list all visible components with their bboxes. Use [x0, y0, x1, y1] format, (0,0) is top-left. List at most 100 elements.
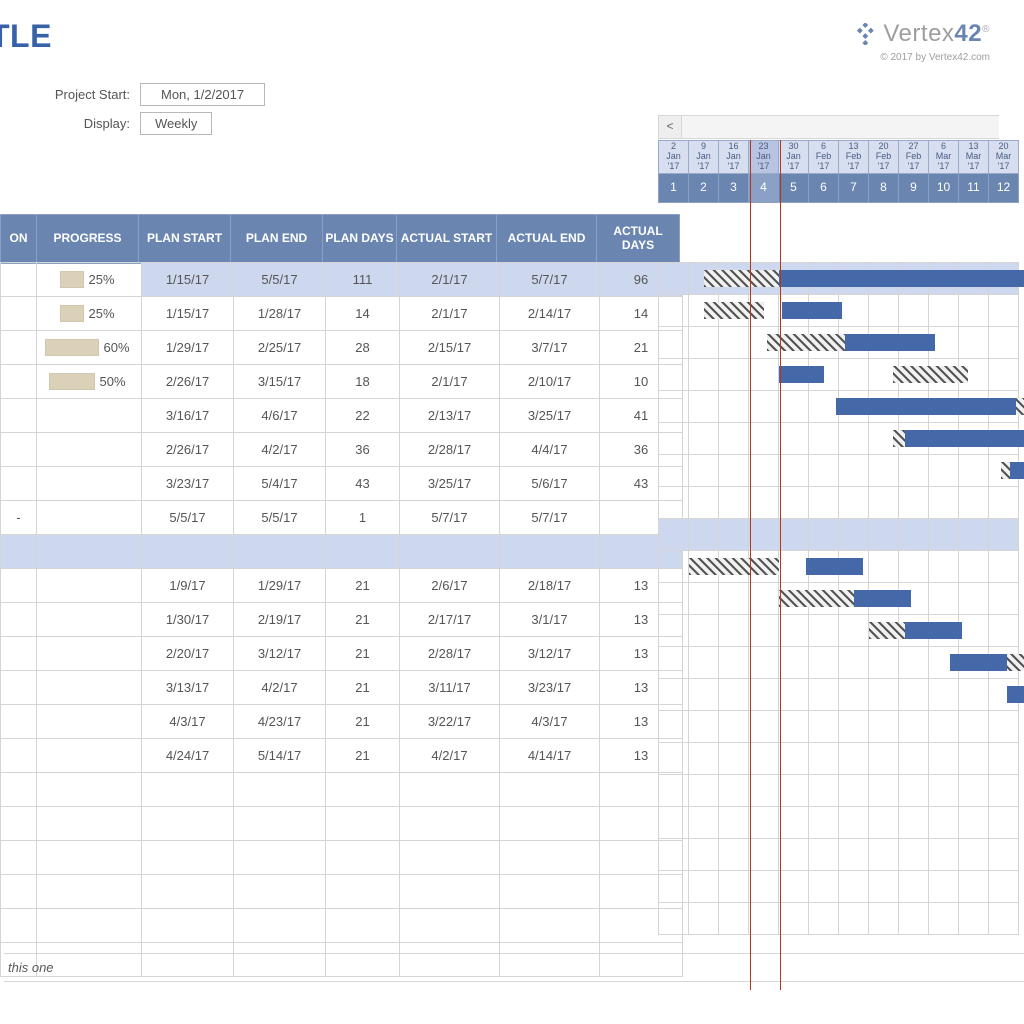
cell[interactable]: [142, 807, 234, 841]
timeline-week-cell[interactable]: 4: [749, 173, 779, 202]
cell[interactable]: [326, 807, 400, 841]
cell[interactable]: 43: [326, 467, 400, 501]
cell[interactable]: [500, 909, 600, 943]
cell[interactable]: 1/9/17: [142, 569, 234, 603]
cell[interactable]: 3/22/17: [400, 705, 500, 739]
cell[interactable]: 4/3/17: [142, 705, 234, 739]
cell[interactable]: 4/23/17: [234, 705, 326, 739]
cell[interactable]: [326, 841, 400, 875]
cell[interactable]: [37, 637, 142, 671]
cell[interactable]: [500, 535, 600, 569]
cell[interactable]: [234, 773, 326, 807]
cell[interactable]: [1, 331, 37, 365]
timeline-week-cell[interactable]: 12: [989, 173, 1019, 202]
cell[interactable]: [37, 535, 142, 569]
cell[interactable]: [1, 603, 37, 637]
cell[interactable]: 50%: [37, 365, 142, 399]
task-row[interactable]: [1, 875, 683, 909]
cell[interactable]: [1, 433, 37, 467]
task-row[interactable]: 50%2/26/173/15/17182/1/172/10/1710: [1, 365, 683, 399]
cell[interactable]: [234, 909, 326, 943]
cell[interactable]: 5/5/17: [234, 263, 326, 297]
cell[interactable]: 5/4/17: [234, 467, 326, 501]
cell[interactable]: 5/5/17: [234, 501, 326, 535]
cell[interactable]: [37, 807, 142, 841]
cell[interactable]: 36: [326, 433, 400, 467]
cell[interactable]: 3/16/17: [142, 399, 234, 433]
cell[interactable]: 3/11/17: [400, 671, 500, 705]
cell[interactable]: 111: [326, 263, 400, 297]
task-row[interactable]: 2/26/174/2/17362/28/174/4/1736: [1, 433, 683, 467]
task-row[interactable]: [1, 535, 683, 569]
cell[interactable]: 4/2/17: [234, 433, 326, 467]
scroll-prev-button[interactable]: <: [659, 116, 682, 138]
cell[interactable]: 2/14/17: [500, 297, 600, 331]
cell[interactable]: [1, 705, 37, 739]
cell[interactable]: [1, 637, 37, 671]
timeline-scrollbar[interactable]: <: [658, 115, 999, 139]
task-row[interactable]: 3/16/174/6/17222/13/173/25/1741: [1, 399, 683, 433]
cell[interactable]: 22: [326, 399, 400, 433]
cell[interactable]: [400, 773, 500, 807]
cell[interactable]: 25%: [37, 297, 142, 331]
cell[interactable]: [142, 841, 234, 875]
task-row[interactable]: 25%1/15/171/28/17142/1/172/14/1714: [1, 297, 683, 331]
cell[interactable]: [37, 773, 142, 807]
cell[interactable]: 3/7/17: [500, 331, 600, 365]
cell[interactable]: 5/14/17: [234, 739, 326, 773]
cell[interactable]: [234, 841, 326, 875]
cell[interactable]: [234, 807, 326, 841]
timeline-week-cell[interactable]: 7: [839, 173, 869, 202]
task-row[interactable]: 4/24/175/14/17214/2/174/14/1713: [1, 739, 683, 773]
cell[interactable]: [1, 875, 37, 909]
cell[interactable]: 28: [326, 331, 400, 365]
cell[interactable]: [400, 535, 500, 569]
cell[interactable]: 18: [326, 365, 400, 399]
cell[interactable]: 2/1/17: [400, 263, 500, 297]
cell[interactable]: 2/10/17: [500, 365, 600, 399]
cell[interactable]: 5/6/17: [500, 467, 600, 501]
cell[interactable]: 5/7/17: [400, 501, 500, 535]
cell[interactable]: [37, 569, 142, 603]
cell[interactable]: 3/25/17: [400, 467, 500, 501]
cell[interactable]: 5/7/17: [500, 501, 600, 535]
cell[interactable]: [1, 297, 37, 331]
task-row[interactable]: 2/20/173/12/17212/28/173/12/1713: [1, 637, 683, 671]
cell[interactable]: 21: [326, 705, 400, 739]
cell[interactable]: 5/7/17: [500, 263, 600, 297]
cell[interactable]: -: [1, 501, 37, 535]
timeline-week-cell[interactable]: 2: [689, 173, 719, 202]
cell[interactable]: 2/28/17: [400, 637, 500, 671]
cell[interactable]: [400, 807, 500, 841]
task-row[interactable]: 3/23/175/4/17433/25/175/6/1743: [1, 467, 683, 501]
cell[interactable]: 4/14/17: [500, 739, 600, 773]
task-row[interactable]: 3/13/174/2/17213/11/173/23/1713: [1, 671, 683, 705]
cell[interactable]: [1, 841, 37, 875]
cell[interactable]: [142, 909, 234, 943]
cell[interactable]: [1, 807, 37, 841]
cell[interactable]: [1, 467, 37, 501]
cell[interactable]: 4/2/17: [234, 671, 326, 705]
cell[interactable]: 14: [326, 297, 400, 331]
cell[interactable]: [37, 739, 142, 773]
timeline-week-cell[interactable]: 6: [809, 173, 839, 202]
timeline-week-cell[interactable]: 10: [929, 173, 959, 202]
cell[interactable]: 2/26/17: [142, 365, 234, 399]
cell[interactable]: [37, 705, 142, 739]
cell[interactable]: 2/25/17: [234, 331, 326, 365]
cell[interactable]: [1, 263, 37, 297]
cell[interactable]: 25%: [37, 263, 142, 297]
cell[interactable]: 1: [326, 501, 400, 535]
cell[interactable]: [1, 909, 37, 943]
timeline-week-cell[interactable]: 8: [869, 173, 899, 202]
cell[interactable]: [1, 569, 37, 603]
cell[interactable]: 2/20/17: [142, 637, 234, 671]
cell[interactable]: [37, 603, 142, 637]
cell[interactable]: [142, 875, 234, 909]
task-row[interactable]: [1, 909, 683, 943]
task-row[interactable]: [1, 841, 683, 875]
cell[interactable]: 3/23/17: [142, 467, 234, 501]
cell[interactable]: [37, 467, 142, 501]
cell[interactable]: 2/28/17: [400, 433, 500, 467]
cell[interactable]: 21: [326, 671, 400, 705]
